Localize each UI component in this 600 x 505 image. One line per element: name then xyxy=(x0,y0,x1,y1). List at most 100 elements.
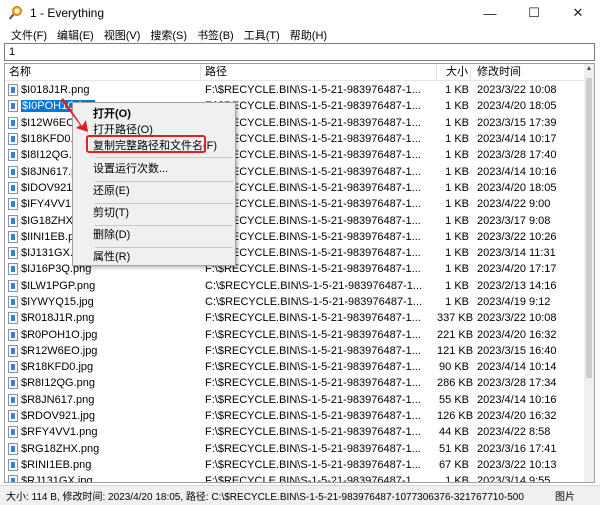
column-header-date[interactable]: 修改时间 xyxy=(471,64,585,81)
table-row[interactable]: $R0POH1O.jpg F:\$RECYCLE.BIN\S-1-5-21-983… xyxy=(5,326,585,342)
file-size: 121 KB xyxy=(437,344,474,357)
file-name-cell: $RG18ZHX.png xyxy=(5,442,201,455)
table-row[interactable]: $IYWYQ15.jpg C:\$RECYCLE.BIN\S-1-5-21-983… xyxy=(5,294,585,310)
close-button[interactable]: ✕ xyxy=(556,0,600,26)
search-input[interactable]: 1 xyxy=(4,43,595,61)
table-row[interactable]: $RG18ZHX.png F:\$RECYCLE.BIN\S-1-5-21-983… xyxy=(5,441,585,457)
file-size: 51 KB xyxy=(439,442,469,455)
table-row[interactable]: $RFY4VV1.png F:\$RECYCLE.BIN\S-1-5-21-983… xyxy=(5,424,585,440)
maximize-button[interactable]: ☐ xyxy=(512,0,556,26)
menu-tools[interactable]: 工具(T) xyxy=(239,27,285,43)
scroll-thumb[interactable] xyxy=(586,78,592,378)
file-modified-date: 2023/4/14 10:14 xyxy=(477,361,557,374)
file-size: 221 KB xyxy=(437,328,474,341)
file-name: $RINI1EB.png xyxy=(21,458,92,471)
file-size: 126 KB xyxy=(437,410,474,423)
menu-bookmarks[interactable]: 书签(B) xyxy=(192,27,239,43)
file-name-cell: $IYWYQ15.jpg xyxy=(5,296,201,308)
file-path: F:\$RECYCLE.BIN\S-1-5-21-983976487-1... xyxy=(205,377,421,390)
image-file-icon xyxy=(8,279,18,292)
file-name-cell: $R8I12QG.png xyxy=(5,377,201,390)
file-name: $R018J1R.png xyxy=(21,312,95,325)
table-row[interactable]: $R8I12QG.png F:\$RECYCLE.BIN\S-1-5-21-983… xyxy=(5,375,585,391)
file-size: 1 KB xyxy=(445,133,469,146)
menu-properties[interactable]: 属性(R) xyxy=(93,249,130,265)
table-row[interactable]: $RJ131GX.jpg F:\$RECYCLE.BIN\S-1-5-21-983… xyxy=(5,473,585,483)
file-modified-date: 2023/4/20 16:32 xyxy=(477,410,557,423)
file-path: F:\$RECYCLE.BIN\S-1-5-21-983976487-1... xyxy=(205,361,421,374)
file-size: 1 KB xyxy=(445,165,469,178)
table-row[interactable]: $R18KFD0.jpg F:\$RECYCLE.BIN\S-1-5-21-983… xyxy=(5,359,585,375)
file-size: 1 KB xyxy=(445,181,469,194)
file-modified-date: 2023/3/16 17:41 xyxy=(477,442,557,455)
file-modified-date: 2023/3/28 17:34 xyxy=(477,377,557,390)
file-path: C:\$RECYCLE.BIN\S-1-5-21-983976487-1... xyxy=(205,279,423,292)
scroll-up-arrow-icon[interactable]: ▲ xyxy=(584,64,594,74)
file-name: $RG18ZHX.png xyxy=(21,442,100,455)
file-modified-date: 2023/3/22 10:08 xyxy=(477,84,557,97)
window-title: 1 - Everything xyxy=(30,5,105,20)
file-modified-date: 2023/4/20 16:32 xyxy=(477,328,557,341)
menu-help[interactable]: 帮助(H) xyxy=(285,27,332,43)
file-name-cell: $R12W6EO.jpg xyxy=(5,344,201,357)
menu-delete[interactable]: 删除(D) xyxy=(93,227,130,243)
magnifier-app-icon xyxy=(8,5,22,20)
file-name: $I018J1R.png xyxy=(21,84,90,97)
table-row[interactable]: $RINI1EB.png F:\$RECYCLE.BIN\S-1-5-21-983… xyxy=(5,457,585,473)
column-header-name[interactable]: 名称 xyxy=(5,64,201,81)
file-path: F:\$RECYCLE.BIN\S-1-5-21-983976487-1... xyxy=(205,426,421,439)
file-name-cell: $RJ131GX.jpg xyxy=(5,475,201,482)
file-path: F:\$RECYCLE.BIN\S-1-5-21-983976487-1... xyxy=(205,458,421,471)
table-row[interactable]: $RDOV921.jpg F:\$RECYCLE.BIN\S-1-5-21-983… xyxy=(5,408,585,424)
file-name-cell: $RFY4VV1.png xyxy=(5,426,201,439)
file-modified-date: 2023/4/14 10:16 xyxy=(477,165,557,178)
menu-cut[interactable]: 剪切(T) xyxy=(93,205,129,221)
image-file-icon xyxy=(8,165,18,178)
red-arrow-icon xyxy=(61,98,88,132)
menu-file[interactable]: 文件(F) xyxy=(6,27,52,43)
file-name: $ILW1PGP.png xyxy=(21,279,96,292)
image-file-icon xyxy=(8,475,18,482)
image-file-icon xyxy=(8,247,18,260)
table-row[interactable]: $R12W6EO.jpg F:\$RECYCLE.BIN\S-1-5-21-983… xyxy=(5,343,585,359)
file-name-cell: $RINI1EB.png xyxy=(5,458,201,471)
file-name-cell: $ILW1PGP.png xyxy=(5,279,201,292)
vertical-scrollbar[interactable]: ▲ xyxy=(584,64,594,482)
column-header-size[interactable]: 大小 xyxy=(437,64,471,81)
file-size: 286 KB xyxy=(437,377,474,390)
image-file-icon xyxy=(8,149,18,162)
table-row[interactable]: $ILW1PGP.png C:\$RECYCLE.BIN\S-1-5-21-983… xyxy=(5,278,585,294)
file-path: F:\$RECYCLE.BIN\S-1-5-21-983976487-1... xyxy=(205,475,421,483)
menu-separator xyxy=(95,247,233,248)
column-header-path[interactable]: 路径 xyxy=(201,64,437,81)
menu-view[interactable]: 视图(V) xyxy=(99,27,146,43)
file-size: 1 KB xyxy=(445,230,469,243)
file-path: F:\$RECYCLE.BIN\S-1-5-21-983976487-1... xyxy=(205,328,421,341)
file-path: F:\$RECYCLE.BIN\S-1-5-21-983976487-1... xyxy=(205,181,421,194)
menu-search[interactable]: 搜索(S) xyxy=(145,27,192,43)
image-file-icon xyxy=(8,361,18,374)
menu-restore[interactable]: 还原(E) xyxy=(93,183,130,199)
menu-open[interactable]: 打开(O) xyxy=(93,106,131,122)
image-file-icon xyxy=(8,214,18,227)
image-file-icon xyxy=(8,410,18,423)
table-row[interactable]: $R8JN617.png F:\$RECYCLE.BIN\S-1-5-21-983… xyxy=(5,392,585,408)
file-name-cell: $R18KFD0.jpg xyxy=(5,361,201,374)
file-path: F:\$RECYCLE.BIN\S-1-5-21-983976487-1... xyxy=(205,100,421,113)
file-path: F:\$RECYCLE.BIN\S-1-5-21-983976487-1... xyxy=(205,230,421,243)
file-name-cell: $R0POH1O.jpg xyxy=(5,328,201,341)
file-path: F:\$RECYCLE.BIN\S-1-5-21-983976487-1... xyxy=(205,214,421,227)
table-row[interactable]: $I018J1R.png F:\$RECYCLE.BIN\S-1-5-21-983… xyxy=(5,82,585,98)
status-filter-label: 图片 xyxy=(555,492,575,503)
menu-set-run-count[interactable]: 设置运行次数... xyxy=(93,161,168,177)
file-size: 67 KB xyxy=(439,458,469,471)
image-file-icon xyxy=(8,116,18,129)
file-modified-date: 2023/4/20 18:05 xyxy=(477,181,557,194)
file-modified-date: 2023/3/22 10:26 xyxy=(477,230,557,243)
table-row[interactable]: $R018J1R.png F:\$RECYCLE.BIN\S-1-5-21-983… xyxy=(5,310,585,326)
file-size: 337 KB xyxy=(437,312,474,325)
menu-edit[interactable]: 编辑(E) xyxy=(52,27,99,43)
image-file-icon xyxy=(8,181,18,194)
minimize-button[interactable]: — xyxy=(468,0,512,26)
file-name-cell: $R8JN617.png xyxy=(5,393,201,406)
